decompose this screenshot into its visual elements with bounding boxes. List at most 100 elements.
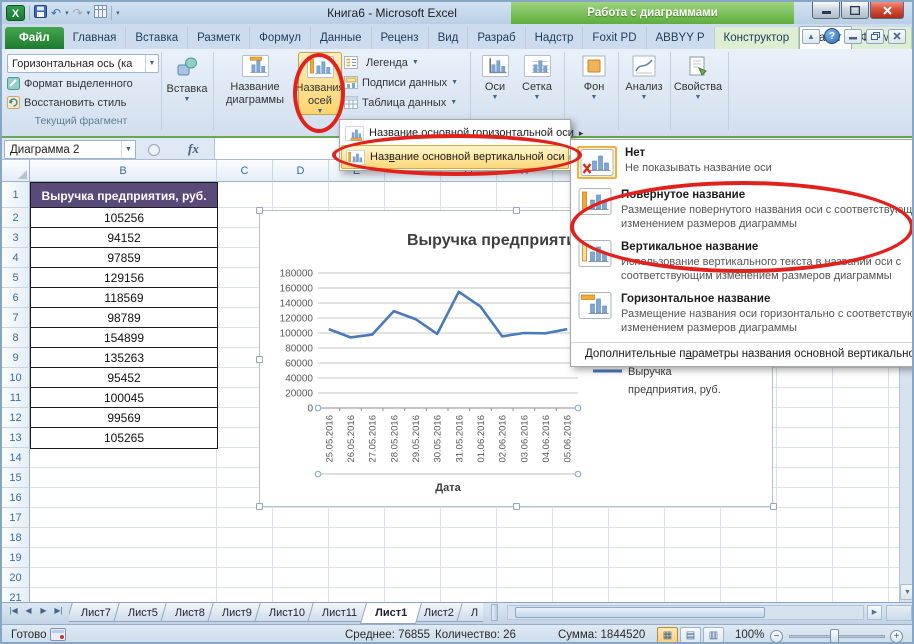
row-header-12[interactable]: 12 (2, 408, 30, 428)
analysis-button[interactable]: Анализ ▼ (622, 52, 666, 115)
undo-dropdown-icon[interactable]: ▾ (65, 9, 69, 17)
row-header-19[interactable]: 19 (2, 548, 30, 568)
sheet-tab-Лист1[interactable]: Лист1 (360, 603, 422, 624)
zoom-slider-thumb[interactable] (830, 629, 839, 643)
chart-title-button[interactable]: Название диаграммы (217, 52, 293, 115)
name-box[interactable]: Диаграмма 2 ▼ (4, 140, 136, 159)
prev-sheet-icon[interactable]: ◀ (22, 606, 35, 615)
zoom-out-icon[interactable]: − (770, 630, 783, 643)
tab-Надстр[interactable]: Надстр (526, 27, 584, 50)
first-sheet-icon[interactable]: |◀ (7, 606, 20, 615)
page-layout-view-icon[interactable]: ▤ (680, 627, 701, 644)
row-header-16[interactable]: 16 (2, 488, 30, 508)
tab-Foxit PD[interactable]: Foxit PD (583, 27, 646, 50)
normal-view-icon[interactable]: ▦ (657, 627, 678, 644)
tab-Конструктор[interactable]: Конструктор (715, 27, 800, 50)
column-header-B[interactable]: B (30, 160, 217, 182)
tab-split-handle[interactable] (491, 604, 498, 621)
row-header-17[interactable]: 17 (2, 508, 30, 528)
minimize-icon[interactable] (812, 2, 840, 19)
scroll-down-icon[interactable]: ▼ (900, 584, 914, 600)
row-header-8[interactable]: 8 (2, 328, 30, 348)
background-button[interactable]: Фон ▼ (574, 52, 614, 115)
submenu-item-horizontal[interactable]: Горизонтальное названиеРазмещение назван… (571, 288, 914, 340)
horizontal-scrollbar-thumb[interactable] (515, 607, 765, 618)
workbook-close-icon[interactable] (888, 29, 906, 44)
fx-icon[interactable]: fx (188, 141, 199, 157)
macro-record-icon[interactable] (50, 628, 66, 644)
column-header-C[interactable]: C (217, 160, 273, 182)
next-sheet-icon[interactable]: ▶ (37, 606, 50, 615)
row-header-5[interactable]: 5 (2, 268, 30, 288)
cell-B8[interactable]: 154899 (30, 327, 218, 349)
chart-selection-handle[interactable] (513, 503, 520, 510)
legend-button[interactable]: Легенда ▼ (344, 53, 458, 72)
cell-B7[interactable]: 98789 (30, 307, 218, 329)
zoom-in-icon[interactable]: + (890, 630, 903, 643)
cell-B2[interactable]: 105256 (30, 207, 218, 229)
row-header-3[interactable]: 3 (2, 228, 30, 248)
maximize-icon[interactable] (841, 2, 869, 19)
row-header-20[interactable]: 20 (2, 568, 30, 588)
cell-B6[interactable]: 118569 (30, 287, 218, 309)
cell-B3[interactable]: 94152 (30, 227, 218, 249)
chart-selection-handle[interactable] (513, 207, 520, 214)
row-header-18[interactable]: 18 (2, 528, 30, 548)
tab-Главная[interactable]: Главная (64, 27, 127, 50)
chevron-down-icon[interactable]: ▼ (145, 55, 158, 72)
row-header-21[interactable]: 21 (2, 588, 30, 602)
gridlines-button[interactable]: Сетка ▼ (516, 52, 558, 115)
chart-element-selector[interactable]: Горизонтальная ось (ка ▼ (7, 54, 159, 73)
tab-Вид[interactable]: Вид (429, 27, 469, 50)
data-table-button[interactable]: Таблица данных ▼ (344, 93, 458, 112)
select-all-corner[interactable] (2, 160, 30, 182)
submenu-item-none[interactable]: НетНе показывать название оси (571, 142, 914, 184)
row-header-11[interactable]: 11 (2, 388, 30, 408)
row-header-6[interactable]: 6 (2, 288, 30, 308)
insert-shape-button[interactable]: Вставка ▼ (164, 52, 210, 115)
cell-B1[interactable]: Выручка предприятия, руб. (30, 182, 218, 209)
tab-Вставка[interactable]: Вставка (126, 27, 188, 50)
cell-B12[interactable]: 99569 (30, 407, 218, 429)
menu-item-horizontal-axis-title[interactable]: Название основной горизонтальной оси▸ (341, 121, 569, 145)
page-break-view-icon[interactable]: ▥ (703, 627, 724, 644)
horizontal-scrollbar[interactable] (507, 605, 864, 620)
chart-selection-handle[interactable] (770, 503, 777, 510)
sheet-tab-Л[interactable]: Л (456, 603, 483, 622)
cell-B4[interactable]: 97859 (30, 247, 218, 269)
row-header-15[interactable]: 15 (2, 468, 30, 488)
format-selection-button[interactable]: Формат выделенного (7, 75, 133, 92)
reset-style-button[interactable]: Восстановить стиль (7, 94, 126, 111)
undo-icon[interactable]: ↶ (51, 6, 61, 20)
redo-icon[interactable]: ↷ (73, 6, 83, 20)
cell-B5[interactable]: 129156 (30, 267, 218, 289)
menu-item-vertical-axis-title[interactable]: Название основной вертикальной оси▸ (341, 145, 569, 169)
scroll-right-icon[interactable]: ▶ (867, 605, 882, 620)
tab-Формул[interactable]: Формул (250, 27, 311, 50)
chevron-down-icon[interactable]: ▼ (121, 141, 135, 158)
row-header-4[interactable]: 4 (2, 248, 30, 268)
row-header-14[interactable]: 14 (2, 448, 30, 468)
row-header-2[interactable]: 2 (2, 208, 30, 228)
row-header-9[interactable]: 9 (2, 348, 30, 368)
tab-Данные[interactable]: Данные (311, 27, 372, 50)
row-header-13[interactable]: 13 (2, 428, 30, 448)
custom-command-icon[interactable] (94, 5, 107, 21)
axis-titles-button[interactable]: Названия осей ▼ (298, 52, 342, 115)
chart-selection-handle[interactable] (256, 356, 263, 363)
tab-Разметк[interactable]: Разметк (188, 27, 250, 50)
collapse-ribbon-icon[interactable]: ▴ (802, 29, 820, 44)
cell-B9[interactable]: 135263 (30, 347, 218, 369)
data-labels-button[interactable]: Подписи данных ▼ (344, 73, 458, 92)
submenu-item-rotated[interactable]: Повернутое названиеРазмещение повернутог… (571, 184, 914, 236)
workbook-restore-icon[interactable] (866, 29, 884, 44)
tab-file[interactable]: Файл (5, 27, 64, 50)
last-sheet-icon[interactable]: ▶| (52, 606, 65, 615)
chart-selection-handle[interactable] (256, 503, 263, 510)
properties-button[interactable]: Свойства ▼ (672, 52, 724, 115)
customize-qat-icon[interactable]: ▾ (116, 9, 120, 17)
help-icon[interactable]: ? (824, 28, 840, 44)
excel-logo-icon[interactable]: X (6, 5, 25, 21)
row-header-1[interactable]: 1 (2, 182, 30, 208)
close-icon[interactable] (870, 2, 904, 19)
